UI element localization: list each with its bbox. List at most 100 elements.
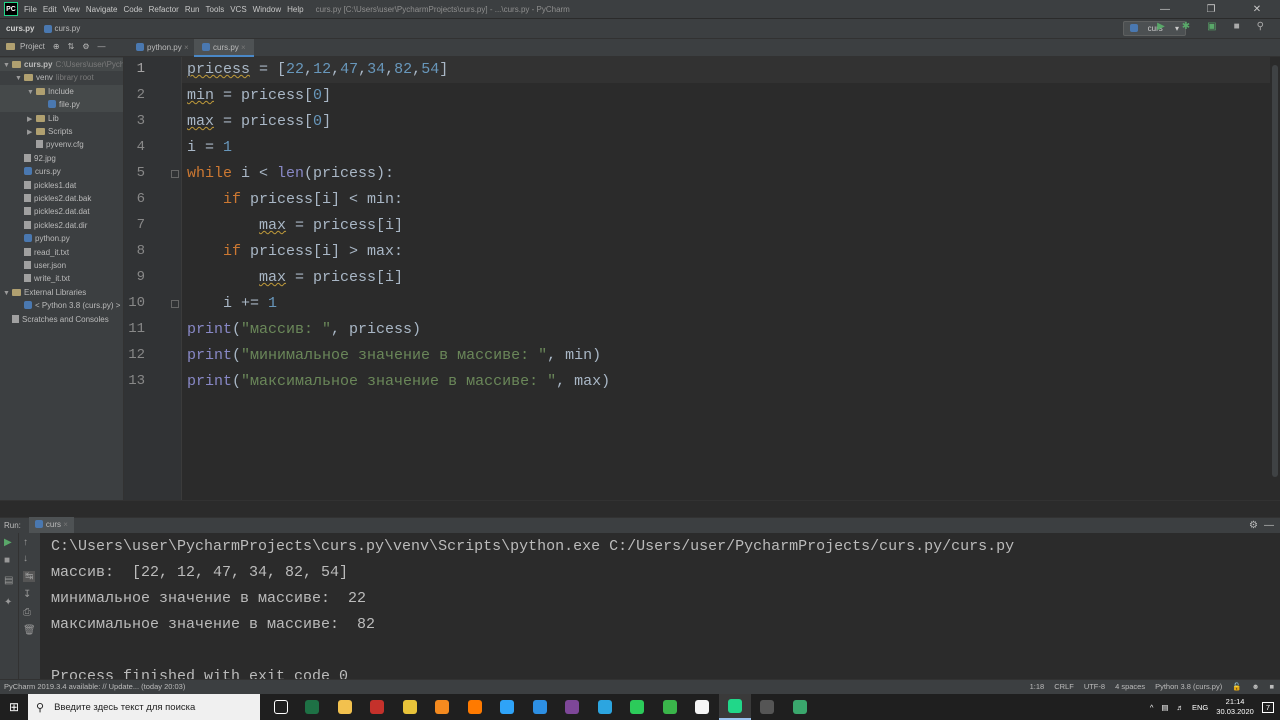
print-icon[interactable]: ⎙ xyxy=(23,607,31,618)
tree-item[interactable]: pyvenv.cfg xyxy=(0,138,123,151)
code-line[interactable]: max = pricess[0] xyxy=(187,109,331,135)
tree-item[interactable]: pickles2.dat.dir xyxy=(0,219,123,232)
fold-marker-icon[interactable] xyxy=(171,170,179,178)
menu-item-code[interactable]: Code xyxy=(123,5,142,14)
menu-item-window[interactable]: Window xyxy=(253,5,281,14)
menu-item-tools[interactable]: Tools xyxy=(206,5,225,14)
pin-icon[interactable]: ✦ xyxy=(4,597,12,608)
expand-arrow-icon[interactable]: ▼ xyxy=(15,72,24,85)
stop-icon[interactable]: ■ xyxy=(4,555,10,566)
code-line[interactable]: while i < len(pricess): xyxy=(187,161,394,187)
taskbar-pycharm[interactable] xyxy=(718,694,751,720)
taskbar-excel[interactable] xyxy=(296,694,329,720)
scrollbar-thumb[interactable] xyxy=(1272,65,1278,477)
close-button[interactable]: ✕ xyxy=(1234,0,1280,19)
volume-icon[interactable]: ♬ xyxy=(1177,703,1185,712)
maximize-button[interactable]: ❐ xyxy=(1188,0,1234,19)
tab-curs-py[interactable]: curs.py × xyxy=(194,39,254,57)
tree-item[interactable]: file.py xyxy=(0,98,123,112)
file-encoding[interactable]: UTF-8 xyxy=(1084,680,1105,694)
expand-arrow-icon[interactable]: ▼ xyxy=(3,287,12,300)
tree-item[interactable]: write_it.txt xyxy=(0,272,123,285)
menu-item-run[interactable]: Run xyxy=(185,5,200,14)
expand-arrow-icon[interactable]: ▶ xyxy=(27,126,36,139)
taskbar-vscode[interactable] xyxy=(524,694,557,720)
debug-icon[interactable]: ✱ xyxy=(1182,21,1190,32)
caret-position[interactable]: 1:18 xyxy=(1030,680,1045,694)
editor-scrollbar[interactable] xyxy=(1270,57,1280,500)
menu-item-vcs[interactable]: VCS xyxy=(230,5,246,14)
tree-item[interactable]: pickles1.dat xyxy=(0,179,123,192)
layout-icon[interactable]: ▤ xyxy=(4,575,13,586)
close-tab-icon[interactable]: × xyxy=(63,520,68,529)
up-icon[interactable]: ↑ xyxy=(23,537,28,548)
tree-item[interactable]: Scratches and Consoles xyxy=(0,313,123,326)
code-line[interactable]: print("максимальное значение в массиве: … xyxy=(187,369,610,395)
notifications-icon[interactable]: 7 xyxy=(1261,701,1274,713)
taskbar-chrome[interactable] xyxy=(394,694,427,720)
expand-arrow-icon[interactable]: ▼ xyxy=(27,86,36,99)
taskbar-photoshop[interactable] xyxy=(491,694,524,720)
tree-item[interactable]: pickles2.dat.bak xyxy=(0,192,123,205)
windows-start-icon[interactable]: ⊞ xyxy=(0,694,28,720)
code-line[interactable]: print("массив: ", pricess) xyxy=(187,317,421,343)
gear-icon[interactable]: ⚙ xyxy=(82,42,89,51)
taskbar-notepad[interactable] xyxy=(686,694,719,720)
menu-item-help[interactable]: Help xyxy=(287,5,303,14)
taskbar-telegram[interactable] xyxy=(589,694,622,720)
interpreter-selector[interactable]: Python 3.8 (curs.py) xyxy=(1155,680,1222,694)
locate-icon[interactable]: ⊕ xyxy=(53,42,60,51)
line-separator[interactable]: CRLF xyxy=(1054,680,1074,694)
tray-arrow-icon[interactable]: ^ xyxy=(1150,703,1154,712)
collapse-icon[interactable]: ⇅ xyxy=(68,42,75,51)
menu-item-edit[interactable]: Edit xyxy=(43,5,57,14)
tree-item[interactable]: curs.py xyxy=(0,165,123,178)
taskbar-whatsapp[interactable] xyxy=(621,694,654,720)
gear-icon[interactable]: ⚙ xyxy=(1249,520,1258,531)
event-log-icon[interactable]: ■ xyxy=(1269,680,1274,694)
menu-item-refactor[interactable]: Refactor xyxy=(149,5,179,14)
coverage-icon[interactable]: ▣ xyxy=(1207,21,1216,32)
panel-divider[interactable] xyxy=(0,500,1280,517)
tree-item[interactable]: ▶ Scripts xyxy=(0,125,123,139)
tree-item[interactable]: ▼ curs.py C:\Users\user\Pych xyxy=(0,58,123,72)
menu-item-view[interactable]: View xyxy=(63,5,80,14)
clock[interactable]: 21:14 30.03.2020 xyxy=(1216,697,1254,717)
taskbar-file-explorer[interactable] xyxy=(329,694,362,720)
indent-setting[interactable]: 4 spaces xyxy=(1115,680,1145,694)
taskbar-vpn[interactable] xyxy=(654,694,687,720)
close-tab-icon[interactable]: × xyxy=(184,43,189,52)
run-icon[interactable]: ▶ xyxy=(1157,21,1165,32)
menu-item-file[interactable]: File xyxy=(24,5,37,14)
tree-item[interactable]: ▼ Include xyxy=(0,84,123,99)
code-line[interactable]: pricess = [22,12,47,34,82,54] xyxy=(187,57,448,83)
fold-marker-icon[interactable] xyxy=(171,300,179,308)
scroll-end-icon[interactable]: ↧ xyxy=(23,589,31,600)
code-line[interactable]: print("минимальное значение в массиве: "… xyxy=(187,343,601,369)
expand-arrow-icon[interactable]: ▶ xyxy=(27,113,36,126)
tree-item[interactable]: ▼ External Libraries xyxy=(0,286,123,300)
minimize-button[interactable]: — xyxy=(1142,0,1188,19)
taskbar-sublime[interactable] xyxy=(426,694,459,720)
network-icon[interactable]: ▤ xyxy=(1161,703,1168,712)
tab-python-py[interactable]: python.py × xyxy=(128,39,197,57)
tree-item[interactable]: ▼ venv library root xyxy=(0,71,123,85)
tree-item[interactable]: read_it.txt xyxy=(0,246,123,259)
taskbar-acrobat[interactable] xyxy=(361,694,394,720)
tree-item[interactable]: < Python 3.8 (curs.py) > xyxy=(0,299,123,312)
code-line[interactable]: i = 1 xyxy=(187,135,232,161)
hide-icon[interactable]: — xyxy=(97,42,105,51)
code-line[interactable]: if pricess[i] > max: xyxy=(187,239,403,265)
language-indicator[interactable]: ENG xyxy=(1192,703,1208,712)
hide-icon[interactable]: — xyxy=(1264,520,1274,531)
run-console[interactable]: C:\Users\user\PycharmProjects\curs.py\ve… xyxy=(40,533,1280,679)
trash-icon[interactable]: 🗑 xyxy=(23,625,36,636)
stop-icon[interactable]: ■ xyxy=(1234,21,1240,32)
update-message[interactable]: PyCharm 2019.3.4 available: // Update...… xyxy=(4,682,185,691)
code-line[interactable]: min = pricess[0] xyxy=(187,83,331,109)
code-line[interactable]: i += 1 xyxy=(187,291,277,317)
taskbar-terminal[interactable] xyxy=(751,694,784,720)
soft-wrap-icon[interactable]: ↹ xyxy=(23,571,36,582)
project-view-label[interactable]: Project xyxy=(20,42,45,51)
expand-arrow-icon[interactable]: ▼ xyxy=(3,59,12,72)
